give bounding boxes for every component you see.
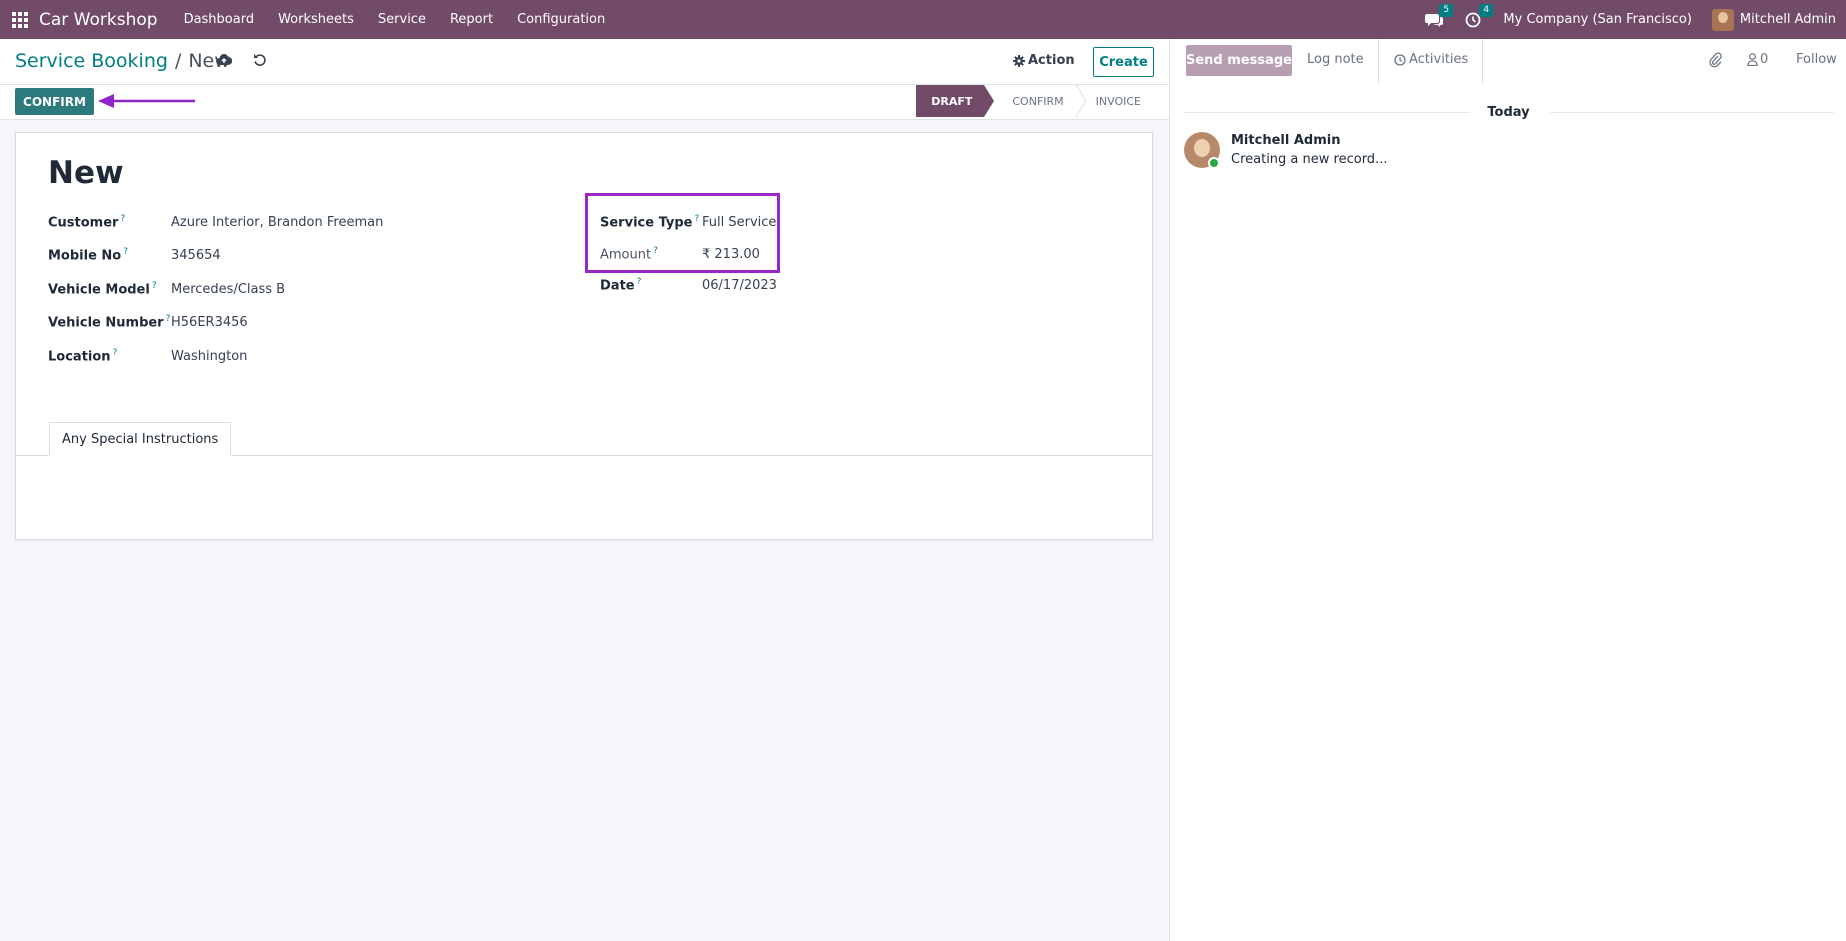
menu-dashboard[interactable]: Dashboard [172,0,267,39]
activities-count-badge: 4 [1479,3,1494,17]
label-vehicle-model: Vehicle Model? [48,281,157,298]
action-label: Action [1028,53,1075,68]
user-menu[interactable]: Mitchell Admin [1711,8,1836,31]
discard-undo-icon[interactable] [253,53,267,67]
confirm-button[interactable]: CONFIRM [15,88,94,115]
breadcrumb: Service Booking / New [15,50,230,72]
amount-field[interactable]: ₹ 213.00 [702,247,760,262]
vehicle-model-field[interactable]: Mercedes/Class B [171,282,285,297]
online-status-icon [1208,157,1220,169]
apps-menu-icon[interactable] [11,11,29,29]
menu-worksheets[interactable]: Worksheets [266,0,366,39]
stage-divider [984,85,994,117]
menu-report[interactable]: Report [438,0,505,39]
label-date: Date? [600,277,642,294]
activities-label: Activities [1409,52,1469,67]
messages-count-badge: 5 [1439,3,1454,17]
label-mobile-no: Mobile No? [48,247,129,264]
activities-systray[interactable]: 4 [1465,3,1494,28]
form-sheet: New Customer? Azure Interior, Brandon Fr… [15,132,1153,540]
stage-invoice[interactable]: INVOICE [1086,85,1153,117]
tab-special-instructions[interactable]: Any Special Instructions [49,422,232,456]
user-avatar [1711,8,1734,31]
user-icon [1747,53,1758,66]
service-type-field[interactable]: Full Service [702,215,776,230]
stage-draft[interactable]: DRAFT [916,85,995,117]
clock-icon [1394,53,1406,66]
customer-field[interactable]: Azure Interior, Brandon Freeman [171,215,383,230]
breadcrumb-service-booking[interactable]: Service Booking [15,50,168,72]
mobile-no-field[interactable]: 345654 [171,248,221,263]
cloud-upload-icon[interactable] [216,53,232,67]
breadcrumb-separator: / [174,50,182,72]
control-panel: Service Booking / New Action Create [0,39,1169,85]
paperclip-icon[interactable] [1708,52,1722,68]
follow-button[interactable]: Follow [1796,52,1837,67]
stage-confirm[interactable]: CONFIRM [994,85,1075,117]
company-switcher[interactable]: My Company (San Francisco) [1503,12,1691,27]
label-service-type: Service Type? [600,214,700,231]
message-body: Creating a new record... [1231,152,1388,167]
chatter-divider [1482,39,1483,83]
chatter-topbar: Send message Log note Activities 0 Follo… [1170,39,1846,83]
vehicle-number-field[interactable]: H56ER3456 [171,315,248,330]
chatter-panel: Send message Log note Activities 0 Follo… [1169,39,1846,941]
top-navbar: Car Workshop Dashboard Worksheets Servic… [0,0,1846,39]
menu-service[interactable]: Service [366,0,438,39]
create-button[interactable]: Create [1093,47,1154,77]
notebook-tabs: Any Special Instructions [16,422,1152,456]
followers-button[interactable]: 0 [1747,52,1768,67]
activities-button[interactable]: Activities [1394,52,1468,67]
send-message-button[interactable]: Send message [1186,45,1292,76]
action-menu-button[interactable]: Action [1013,53,1075,68]
date-separator: Today [1170,105,1846,120]
menu-configuration[interactable]: Configuration [505,0,617,39]
record-title: New [48,155,124,191]
label-amount: Amount? [600,246,658,263]
chatter-divider [1378,39,1379,83]
gear-icon [1013,54,1025,67]
location-field[interactable]: Washington [171,349,247,364]
app-name[interactable]: Car Workshop [39,10,158,30]
log-note-button[interactable]: Log note [1307,52,1364,67]
date-separator-label: Today [1479,105,1538,120]
followers-count: 0 [1760,52,1769,67]
user-name: Mitchell Admin [1739,12,1836,27]
form-statusbar: CONFIRM DRAFT CONFIRM INVOICE [0,85,1169,120]
stage-chevron-icon [1075,85,1086,117]
message-author[interactable]: Mitchell Admin [1231,133,1340,148]
label-customer: Customer? [48,214,126,231]
messages-systray[interactable]: 5 [1425,3,1454,28]
date-field[interactable]: 06/17/2023 [702,278,777,293]
navbar-systray: 5 4 My Company (San Francisco) Mitchell … [1425,0,1846,39]
label-vehicle-number: Vehicle Number? [48,314,171,331]
annotation-arrow-icon [98,94,195,108]
status-stages: DRAFT CONFIRM INVOICE [916,85,1153,117]
label-location: Location? [48,348,118,365]
